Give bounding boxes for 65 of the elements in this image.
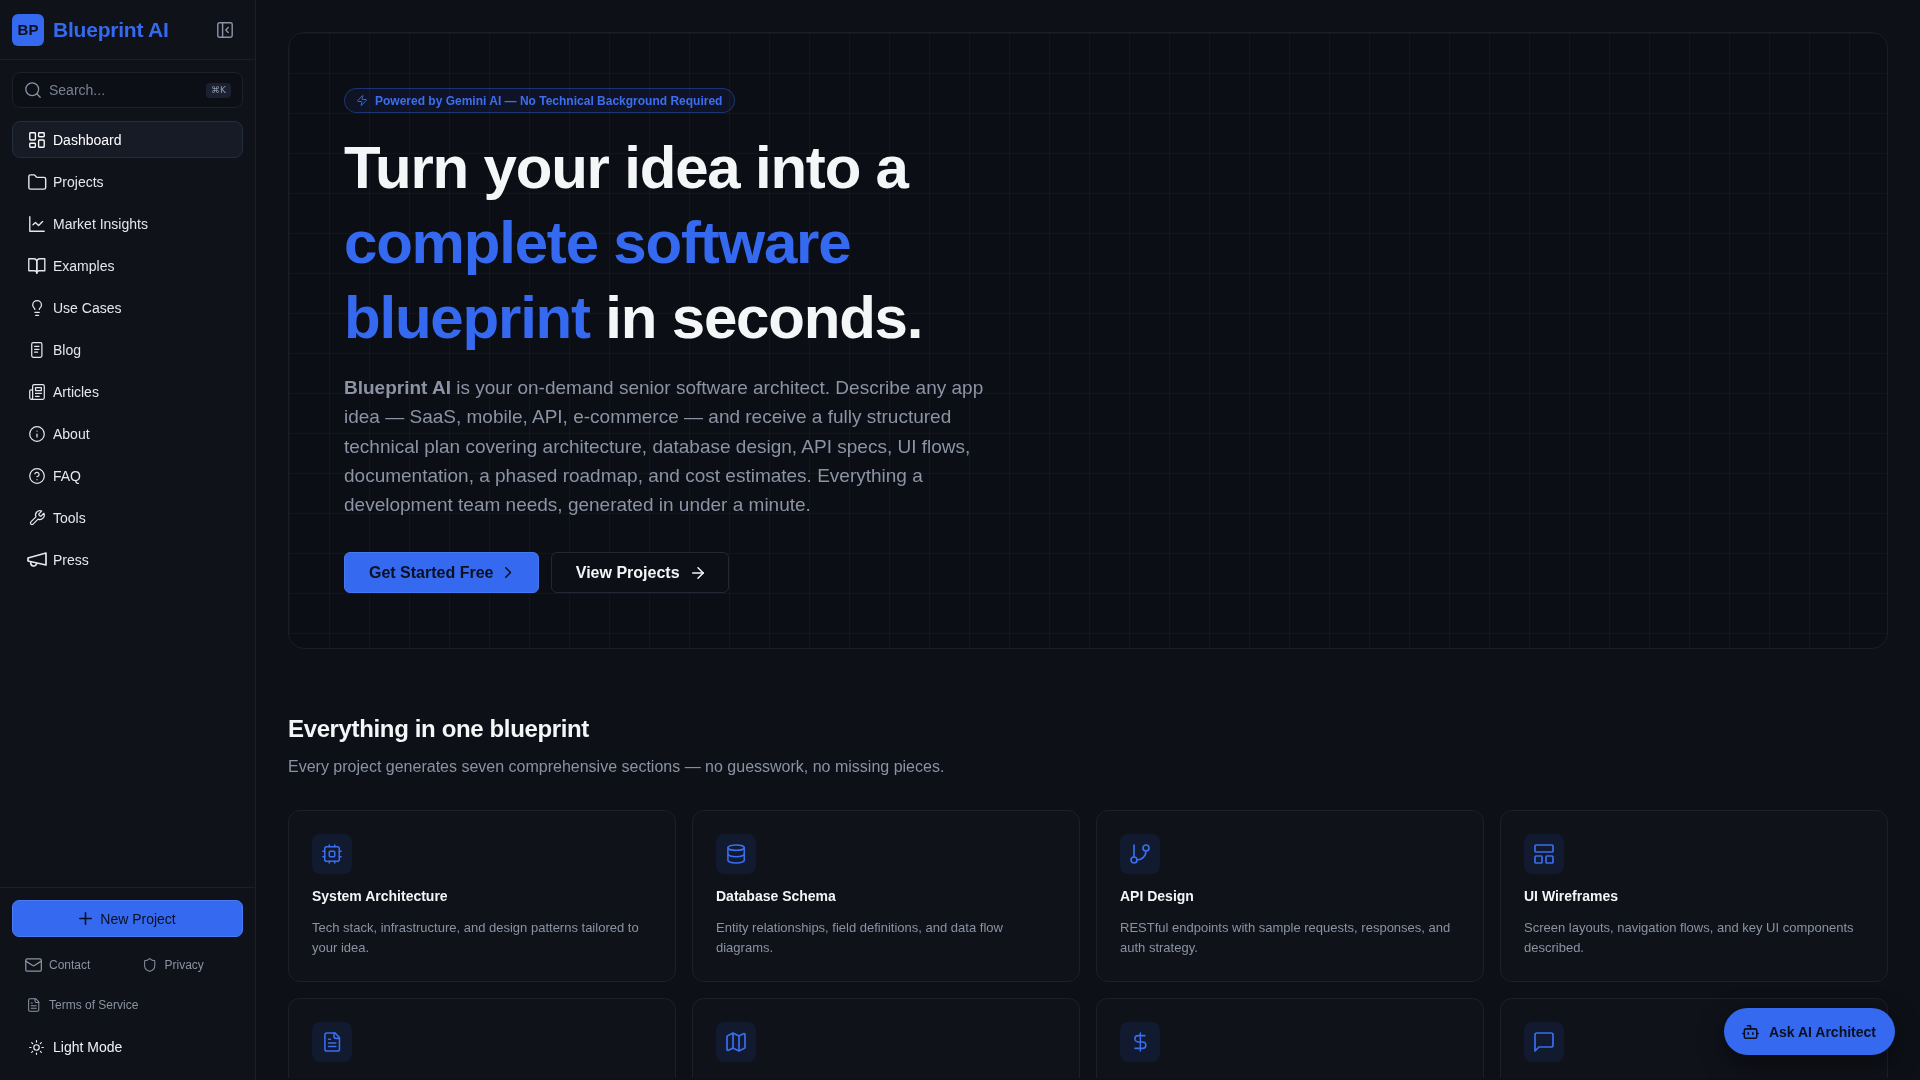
nav-item[interactable]: Use Cases (12, 289, 243, 326)
chat-icon (1524, 1022, 1564, 1063)
folder-icon (27, 173, 47, 190)
map-icon (716, 1022, 756, 1063)
hero-description: Blueprint AI is your on-demand senior software architect. Describe any app idea — SaaS, mobile, API, e-commerce — and receive a fully structured technical plan covering architecture, database design, API specs, UI flows, documentation, a phased roadmap, and cost estimates. Everything a development team needs, generated in under a minute. (344, 376, 985, 517)
info-icon (29, 425, 45, 442)
search-icon (25, 82, 41, 98)
chevron-right-icon (505, 567, 512, 579)
card-description: Tech stack, infrastructure, and design patterns tailored to your idea. (312, 919, 640, 958)
footer-link[interactable]: Terms of Service (12, 989, 154, 1021)
footer-link[interactable]: Privacy (127, 949, 219, 981)
layout-icon (1524, 834, 1564, 875)
nav-item[interactable]: Market Insights (12, 205, 243, 242)
nav-item[interactable]: Dashboard (12, 121, 243, 158)
get-started-button[interactable]: Get Started Free (344, 552, 539, 594)
nav-item[interactable]: Articles (12, 373, 243, 410)
question-icon (29, 467, 45, 484)
sun-icon (29, 1039, 44, 1055)
open-book-icon (28, 257, 46, 274)
tagline-text: Powered by Gemini AI — No Technical Background Required (375, 93, 723, 108)
database-icon (716, 834, 756, 875)
shortcut-hint: ⌘K (206, 83, 231, 98)
card-title: System Architecture (312, 887, 449, 907)
new-project-button[interactable]: New Project (12, 900, 243, 937)
robot-icon (1741, 1024, 1759, 1039)
lightbulb-icon (31, 299, 43, 316)
headline: Turn your idea into a complete software blueprint in seconds. (344, 133, 924, 353)
card-description: RESTful endpoints with sample requests, responses, and auth strategy. (1120, 919, 1452, 958)
newspaper-icon (29, 383, 45, 400)
view-projects-button[interactable]: View Projects (550, 552, 729, 594)
card-title: API Design (1120, 887, 1195, 907)
nav-item[interactable]: FAQ (12, 457, 243, 494)
theme-toggle[interactable]: Light Mode (12, 1030, 243, 1064)
footer-link[interactable]: Contact (12, 949, 106, 981)
ask-ai-button[interactable]: Ask AI Architect (1723, 1008, 1895, 1055)
logo-mark[interactable]: BP (12, 13, 44, 46)
wrench-icon (29, 509, 45, 526)
nav-item[interactable]: Press (12, 541, 243, 578)
shield-icon (143, 958, 156, 972)
branch-icon (1120, 834, 1160, 875)
plus-icon (79, 912, 93, 925)
megaphone-icon (27, 551, 47, 568)
line-chart-icon (29, 215, 45, 232)
panel-icon[interactable] (217, 21, 233, 38)
envelope-icon (25, 958, 43, 972)
nav-item[interactable]: About (12, 415, 243, 452)
grid-icon (29, 131, 45, 148)
card-description: Entity relationships, field definitions, and data flow diagrams. (716, 919, 1004, 958)
lightning-icon (357, 95, 367, 106)
dollar-icon (1120, 1022, 1160, 1063)
section-subtitle: Every project generates seven comprehensive sections — no guesswork, no missing pieces. (288, 757, 946, 778)
document-icon (312, 1022, 352, 1063)
nav-item[interactable]: Examples (12, 247, 243, 284)
notebook-icon (31, 341, 43, 358)
card-title: UI Wireframes (1524, 887, 1620, 907)
nav-item[interactable]: Tools (12, 499, 243, 536)
card-title: Database Schema (716, 887, 837, 907)
arrow-right-icon (691, 566, 704, 579)
section-title: Everything in one blueprint (288, 714, 590, 745)
app-name[interactable]: Blueprint AI (53, 17, 169, 42)
document-icon (28, 998, 40, 1012)
chip-icon (312, 834, 352, 875)
card-description: Screen layouts, navigation flows, and key UI components described. (1524, 919, 1855, 958)
nav-item[interactable]: Projects (12, 163, 243, 200)
nav-item[interactable]: Blog (12, 331, 243, 368)
